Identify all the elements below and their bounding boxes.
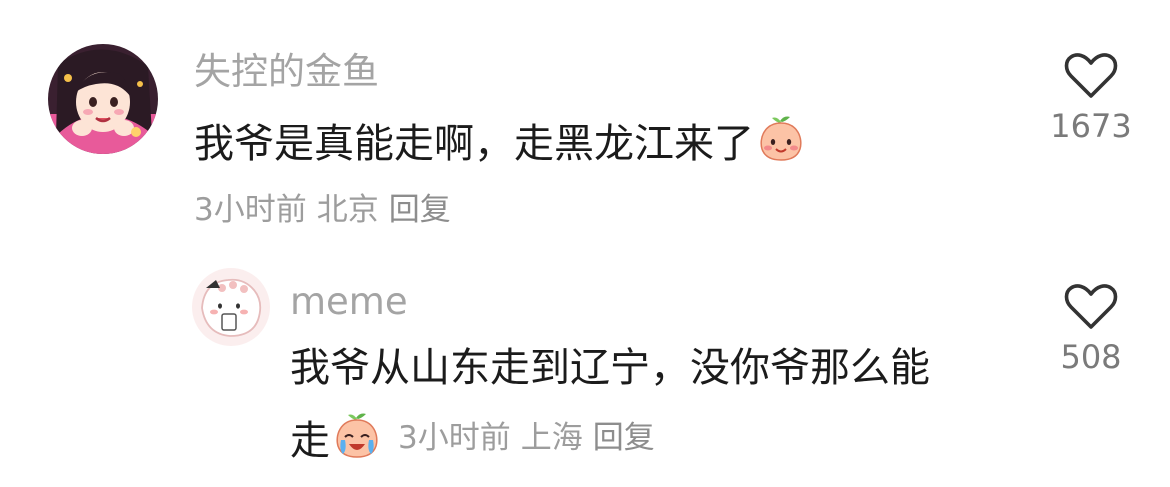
like-count: 1673: [1050, 107, 1132, 145]
comment-text: 我爷是真能走啊，走黑龙江来了: [194, 113, 806, 174]
comment-location: 北京: [316, 192, 379, 228]
reply-location: 上海: [520, 420, 583, 456]
comment-like[interactable]: 1673: [1031, 52, 1151, 146]
reply-button[interactable]: 回复: [389, 192, 451, 228]
comment-text-body: 我爷是真能走啊，走黑龙江来了: [194, 121, 754, 167]
reply-text-line2: 走: [290, 410, 382, 471]
reply-meta: 3小时前 上海 回复: [398, 419, 665, 457]
heart-outline-icon[interactable]: [1064, 283, 1118, 331]
reply-avatar[interactable]: [192, 268, 270, 346]
reply-like-count: 508: [1060, 338, 1122, 376]
comment-username[interactable]: 失控的金鱼: [194, 50, 379, 94]
avatar[interactable]: [48, 44, 158, 154]
reply-text-line1: 我爷从山东走到辽宁，没你爷那么能: [290, 345, 930, 391]
avatar-girl-illustration: [48, 44, 158, 154]
reply-text-line2-body: 走: [290, 418, 330, 464]
peach-smile-emoji-icon: [756, 113, 806, 174]
reply-reply-button[interactable]: 回复: [593, 420, 655, 456]
comment-time: 3小时前: [194, 192, 307, 228]
comment-meta: 3小时前 北京 回复: [194, 191, 461, 229]
peach-crying-laughing-emoji-icon: [332, 410, 382, 471]
avatar-blob-illustration: [192, 268, 270, 346]
reply-username[interactable]: meme: [290, 280, 408, 324]
reply-time: 3小时前: [398, 420, 511, 456]
heart-outline-icon[interactable]: [1064, 52, 1118, 100]
reply-like[interactable]: 508: [1031, 283, 1151, 377]
